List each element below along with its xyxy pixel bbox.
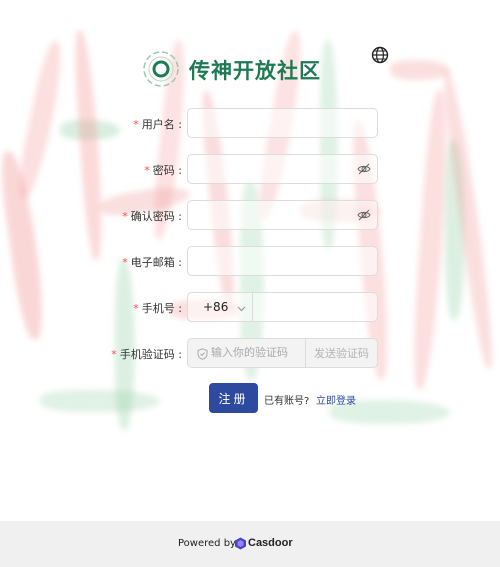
site-title: 传神开放社区 bbox=[189, 59, 321, 83]
form-actions: 注册 已有账号? 立即登录 bbox=[0, 383, 500, 413]
password-row: * 密码 : bbox=[0, 154, 500, 184]
verification-code-label: * 手机验证码 : bbox=[111, 348, 182, 361]
community-logo bbox=[143, 51, 179, 87]
country-code-select[interactable]: +86 bbox=[187, 292, 253, 322]
username-input[interactable] bbox=[187, 108, 378, 138]
country-code-value: +86 bbox=[203, 300, 229, 314]
footer: Powered by Casdoor bbox=[0, 521, 500, 567]
password-label: * 密码 : bbox=[144, 164, 182, 177]
phone-label: * 手机号 : bbox=[133, 302, 182, 315]
username-row: * 用户名 : bbox=[0, 108, 500, 138]
powered-by-text: Powered by bbox=[178, 538, 236, 549]
verification-code-field: 发送验证码 bbox=[187, 338, 378, 368]
chevron-down-icon bbox=[237, 306, 246, 312]
send-code-button[interactable]: 发送验证码 bbox=[305, 338, 378, 368]
login-link[interactable]: 立即登录 bbox=[316, 392, 356, 407]
confirm-password-input[interactable] bbox=[187, 200, 378, 230]
verification-code-box bbox=[187, 338, 306, 368]
password-input[interactable] bbox=[187, 154, 378, 184]
phone-field: +86 bbox=[187, 292, 378, 322]
username-label: * 用户名 : bbox=[133, 118, 182, 131]
casdoor-logo-icon bbox=[235, 537, 246, 550]
phone-input[interactable] bbox=[253, 292, 378, 322]
phone-row: * 手机号 : +86 bbox=[0, 292, 500, 322]
email-label: * 电子邮箱 : bbox=[122, 256, 182, 269]
have-account-text: 已有账号? bbox=[264, 396, 310, 407]
header: 传神开放社区 bbox=[0, 46, 500, 90]
globe-icon[interactable] bbox=[371, 46, 389, 64]
verification-code-row: *手机验证码 : 发送验证码 bbox=[0, 338, 500, 368]
verification-code-input[interactable] bbox=[210, 339, 305, 367]
email-row: * 电子邮箱 : bbox=[0, 246, 500, 276]
safety-shield-icon bbox=[197, 348, 208, 360]
email-input[interactable] bbox=[187, 246, 378, 276]
confirm-password-label: * 确认密码 : bbox=[122, 210, 182, 223]
casdoor-brand[interactable]: Casdoor bbox=[248, 537, 293, 549]
eye-invisible-icon[interactable] bbox=[357, 162, 371, 176]
signup-button[interactable]: 注册 bbox=[209, 383, 258, 413]
confirm-password-row: * 确认密码 : bbox=[0, 200, 500, 230]
eye-invisible-icon[interactable] bbox=[357, 208, 371, 222]
